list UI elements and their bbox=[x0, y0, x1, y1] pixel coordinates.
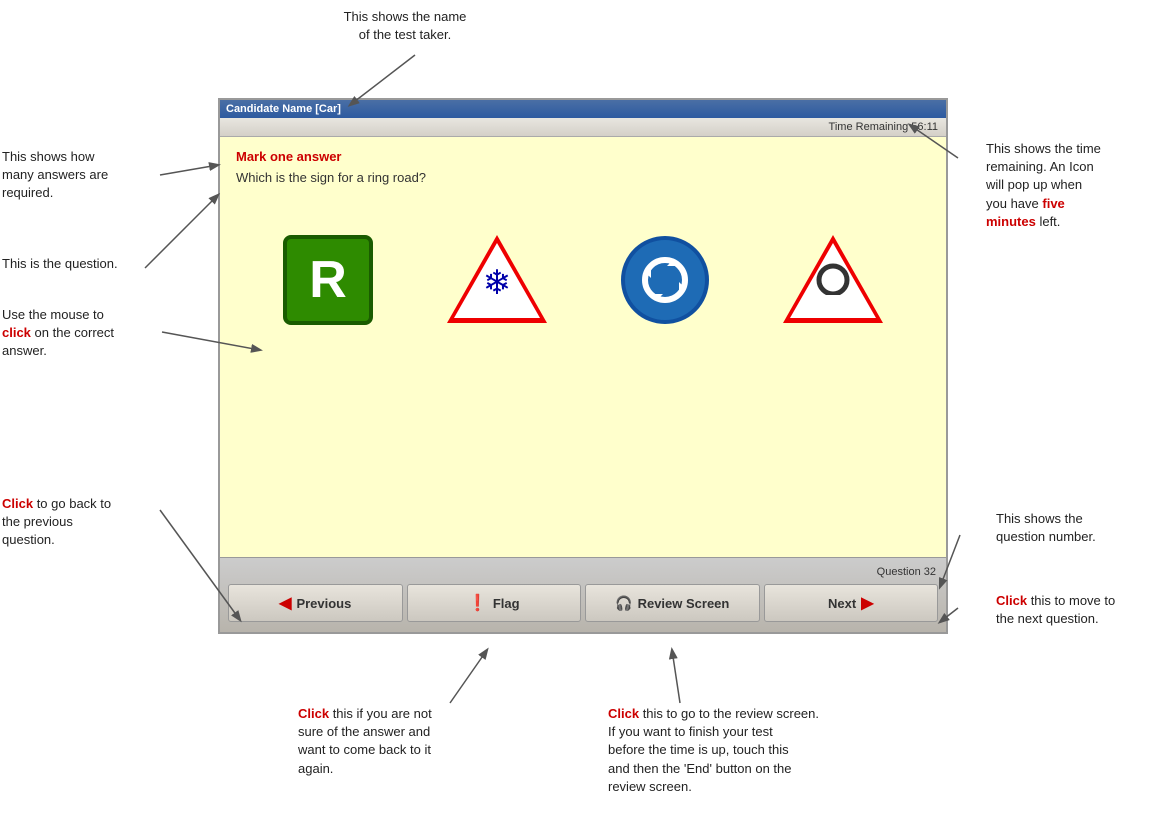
sign-triangle-snow: ❄ bbox=[447, 235, 547, 325]
annotation-flag: Click this if you are not sure of the an… bbox=[298, 705, 518, 778]
snowflake-icon: ❄ bbox=[483, 263, 512, 303]
review-icon: 🎧 bbox=[615, 595, 632, 612]
sign-triangle-ring bbox=[783, 235, 883, 325]
answer-option-c[interactable] bbox=[611, 226, 719, 334]
review-label: Review Screen bbox=[638, 596, 730, 611]
annotation-mouse-click: Use the mouse to click on the correct an… bbox=[2, 306, 167, 361]
answer-option-b[interactable]: ❄ bbox=[437, 225, 557, 335]
annotation-click-label: click bbox=[2, 325, 31, 340]
annotation-timer-five: five bbox=[1042, 196, 1064, 211]
roundabout-svg bbox=[635, 250, 695, 310]
mark-answer-label: Mark one answer bbox=[236, 149, 930, 164]
annotation-answers-required: This shows how many answers are required… bbox=[2, 148, 167, 203]
next-label: Next bbox=[828, 596, 856, 611]
timer-display: Time Remaining 56:11 bbox=[829, 121, 938, 133]
annotation-click-back: Click bbox=[2, 496, 33, 511]
previous-button[interactable]: ◀ Previous bbox=[228, 584, 403, 622]
window-title: Candidate Name [Car] bbox=[226, 103, 341, 115]
test-window: Candidate Name [Car] Time Remaining 56:1… bbox=[218, 98, 948, 634]
question-number-display: Question 32 bbox=[220, 564, 946, 580]
annotation-click-next: Click bbox=[996, 593, 1027, 608]
review-button[interactable]: 🎧 Review Screen bbox=[585, 584, 760, 622]
question-text: Which is the sign for a ring road? bbox=[236, 170, 930, 185]
annotation-click-flag: Click bbox=[298, 706, 329, 721]
annotation-review: Click this to go to the review screen. I… bbox=[608, 705, 918, 796]
sign-roundabout bbox=[621, 236, 709, 324]
annotation-click-review: Click bbox=[608, 706, 639, 721]
ring-road-icon bbox=[813, 260, 853, 295]
answer-option-a[interactable]: R bbox=[273, 225, 383, 335]
answer-option-d[interactable] bbox=[773, 225, 893, 335]
annotation-question: This is the question. bbox=[2, 255, 167, 273]
nav-buttons: ◀ Previous ❗ Flag 🎧 Review Screen Next ▶ bbox=[220, 580, 946, 626]
annotation-question-number: This shows the question number. bbox=[996, 510, 1161, 546]
title-bar: Candidate Name [Car] bbox=[220, 100, 946, 118]
next-button[interactable]: Next ▶ bbox=[764, 584, 939, 622]
annotation-go-back: Click to go back to the previous questio… bbox=[2, 495, 167, 550]
answers-row: R ❄ bbox=[236, 205, 930, 355]
annotation-timer: This shows the time remaining. An Icon w… bbox=[986, 140, 1161, 231]
arrow-right-icon: ▶ bbox=[861, 593, 873, 613]
flag-icon: ❗ bbox=[468, 593, 488, 613]
timer-bar: Time Remaining 56:11 bbox=[220, 118, 946, 137]
nav-bar: Question 32 ◀ Previous ❗ Flag 🎧 Review S… bbox=[220, 557, 946, 632]
flag-label: Flag bbox=[493, 596, 520, 611]
question-area: Mark one answer Which is the sign for a … bbox=[220, 137, 946, 557]
annotation-timer-minutes: minutes bbox=[986, 214, 1036, 229]
annotation-title: This shows the name of the test taker. bbox=[305, 8, 505, 44]
flag-button[interactable]: ❗ Flag bbox=[407, 584, 582, 622]
annotation-next: Click this to move to the next question. bbox=[996, 592, 1161, 628]
arrow-left-icon: ◀ bbox=[279, 593, 291, 613]
previous-label: Previous bbox=[296, 596, 351, 611]
sign-r: R bbox=[283, 235, 373, 325]
